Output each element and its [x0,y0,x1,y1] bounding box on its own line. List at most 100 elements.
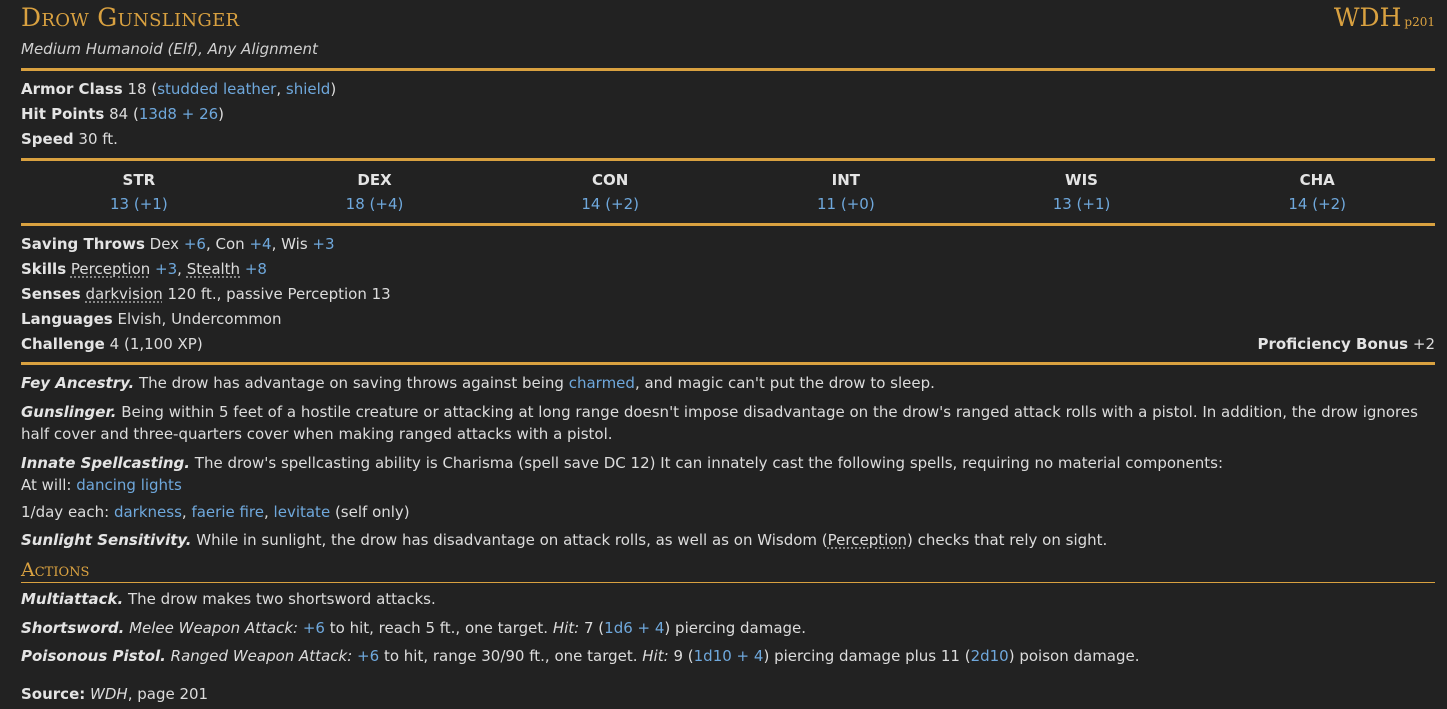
ability-name: WIS [1065,171,1098,189]
ability-score-link[interactable]: 13 (+1) [964,192,1200,216]
ability-wis: WIS 13 (+1) [964,168,1200,218]
hit-label: Hit: [552,619,580,637]
ability-name: CHA [1299,171,1335,189]
trait-name: Fey Ancestry. [21,374,135,392]
hp-roll-link[interactable]: 13d8 + 26 [139,105,218,123]
challenge-value: 4 [109,335,120,353]
ability-con: CON 14 (+2) [492,168,728,218]
ability-score-link[interactable]: 11 (+0) [728,192,964,216]
save-bonus-link[interactable]: +3 [312,235,334,253]
condition-link-charmed[interactable]: charmed [569,374,635,392]
skill-bonus-link[interactable]: +3 [155,260,177,278]
senses-value: 120 ft., passive Perception 13 [167,285,391,303]
damage-roll-link[interactable]: 1d10 + 4 [694,647,764,665]
damage-roll-link[interactable]: 1d6 + 4 [604,619,664,637]
trait-name: Gunslinger. [21,403,117,421]
divider [21,223,1435,226]
divider [21,68,1435,71]
pb-label: Proficiency Bonus [1257,335,1409,353]
armor-link-shield[interactable]: shield [286,80,330,98]
ability-int: INT 11 (+0) [728,168,964,218]
statblock: Drow Gunslinger WDH p201 Medium Humanoid … [0,0,1447,709]
spell-link-dancing-lights[interactable]: dancing lights [76,476,182,494]
divider [21,158,1435,161]
ability-name: CON [592,171,629,189]
spell-freq: At will: [21,476,72,494]
attack-kind: Melee Weapon Attack: [129,619,299,637]
action-text: to hit, range 30/90 ft., one target. [383,647,638,665]
languages-value: Elvish, Undercommon [117,310,282,328]
ac-value: 18 [127,80,147,98]
armor-class-row: Armor Class 18 (studded leather, shield) [21,80,337,98]
action-text: to hit, reach 5 ft., one target. [329,619,549,637]
spell-link-darkness[interactable]: darkness [114,503,182,521]
action-text: piercing damage. [675,619,807,637]
trait-innate-spellcasting: Innate Spellcasting. The drow's spellcas… [21,452,1435,474]
hit-points-row: Hit Points 84 (13d8 + 26) [21,105,225,123]
source-book: WDH [90,685,128,703]
action-name: Shortsword. [21,619,125,637]
ability-scores: STR 13 (+1) DEX 18 (+4) CON 14 (+2) INT 11 (… [21,168,1435,218]
ac-label: Armor Class [21,80,123,98]
ability-score-link[interactable]: 13 (+1) [21,192,257,216]
action-text: The drow makes two shortsword attacks. [128,590,436,608]
action-name: Poisonous Pistol. [21,647,166,665]
speed-value: 30 ft. [78,130,118,148]
actions-header: Actions [21,558,1435,583]
save-name: Wis [281,235,308,253]
skills-row: Skills Perception +3, Stealth +8 [21,260,267,278]
attack-bonus-link[interactable]: +6 [357,647,379,665]
skill-perception[interactable]: Perception [71,260,150,278]
spell-at-will: At will: dancing lights [21,474,1435,496]
source-abbr[interactable]: WDH [1334,3,1402,32]
pb-value: +2 [1412,335,1435,353]
hp-value: 84 [109,105,129,123]
ability-name: INT [831,171,861,189]
spell-daily: 1/day each: darkness, faerie fire, levit… [21,503,410,521]
save-bonus-link[interactable]: +6 [184,235,206,253]
trait-text: The drow has advantage on saving throws … [138,374,564,392]
ability-score-link[interactable]: 14 (+2) [1199,192,1435,216]
ability-str: STR 13 (+1) [21,168,257,218]
spell-link-faerie-fire[interactable]: faerie fire [191,503,264,521]
trait-name: Innate Spellcasting. [21,454,190,472]
damage-value: 9 [673,647,683,665]
spell-note: (self only) [334,503,410,521]
spell-link-levitate[interactable]: levitate [274,503,331,521]
save-bonus-link[interactable]: +4 [249,235,271,253]
ability-score-link[interactable]: 14 (+2) [492,192,728,216]
skill-stealth[interactable]: Stealth [187,260,240,278]
source-line: Source: WDH, page 201 [21,684,208,704]
trait-fey-ancestry: Fey Ancestry. The drow has advantage on … [21,372,1435,394]
trait-sunlight-sensitivity: Sunlight Sensitivity. While in sunlight,… [21,529,1435,551]
ability-name: STR [122,171,156,189]
trait-gunslinger: Gunslinger. Being within 5 feet of a hos… [21,401,1435,445]
saves-label: Saving Throws [21,235,145,253]
divider [21,362,1435,365]
skill-bonus-link[interactable]: +8 [245,260,267,278]
trait-text: , and magic can't put the drow to sleep. [634,374,935,392]
source-page: p201 [1404,15,1435,29]
ability-score-link[interactable]: 18 (+4) [257,192,493,216]
senses-label: Senses [21,285,81,303]
trait-text: The drow's spellcasting ability is Chari… [194,454,1224,472]
sense-darkvision[interactable]: darkvision [85,285,162,303]
armor-link-studded-leather[interactable]: studded leather [157,80,276,98]
save-name: Con [215,235,245,253]
skill-perception[interactable]: Perception [828,531,907,549]
action-shortsword: Shortsword. Melee Weapon Attack: +6 to h… [21,619,807,637]
damage-roll-link[interactable]: 2d10 [971,647,1009,665]
attack-bonus-link[interactable]: +6 [303,619,325,637]
creature-name: Drow Gunslinger [21,3,240,32]
languages-row: Languages Elvish, Undercommon [21,309,1435,329]
source-badge[interactable]: WDH p201 [1334,3,1435,32]
trait-text: ) checks that rely on sight. [906,531,1108,549]
ability-dex: DEX 18 (+4) [257,168,493,218]
hit-label: Hit: [642,647,669,665]
skills-label: Skills [21,260,67,278]
proficiency-bonus: Proficiency Bonus +2 [1257,334,1435,354]
action-text: piercing damage plus 11 [774,647,960,665]
action-text: poison damage. [1019,647,1140,665]
challenge-label: Challenge [21,335,105,353]
action-name: Multiattack. [21,590,124,608]
